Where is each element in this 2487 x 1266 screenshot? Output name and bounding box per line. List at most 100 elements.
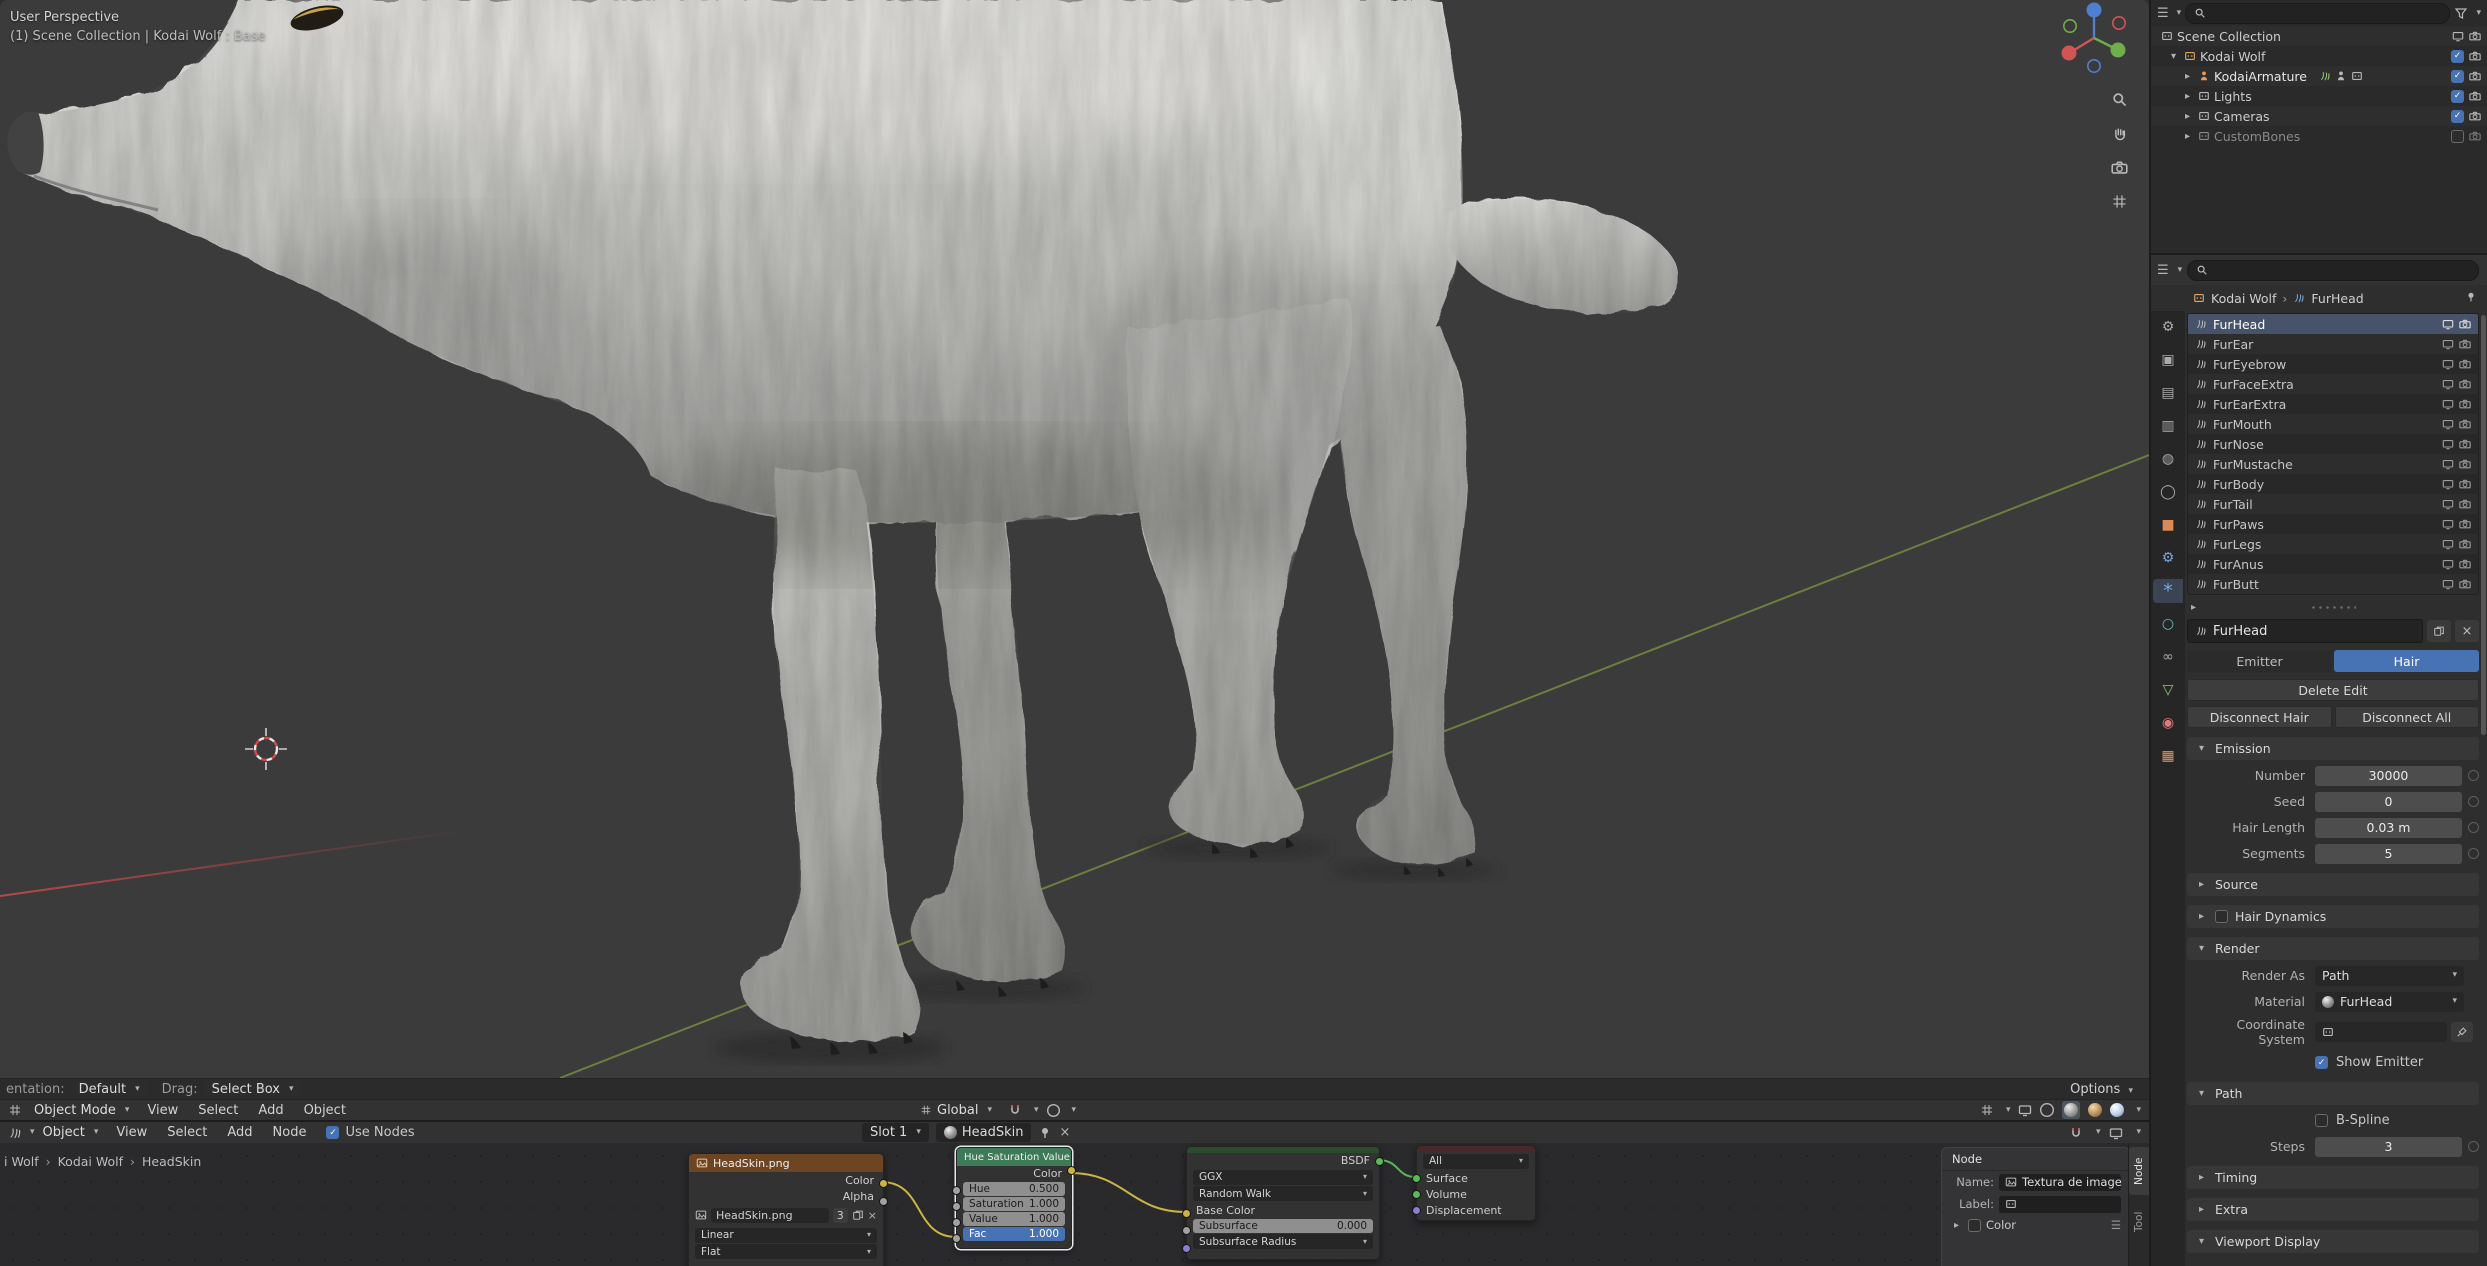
menu-node[interactable]: Node bbox=[263, 1125, 317, 1140]
list-filter-expander[interactable]: ▸ bbox=[2187, 602, 2200, 613]
tab-world[interactable]: ◯ bbox=[2153, 480, 2183, 504]
outliner-row-custombones[interactable]: ▸ CustomBones bbox=[2151, 126, 2487, 146]
hsv-node[interactable]: Hue Saturation Value Color Hue 0.500 Satu… bbox=[952, 1147, 1076, 1249]
render-camera-icon[interactable] bbox=[2469, 110, 2481, 122]
3d-viewport[interactable]: User Perspective (1) Scene Collection | … bbox=[0, 0, 2149, 1078]
list-item[interactable]: FurMustache bbox=[2188, 454, 2478, 474]
tab-modifiers[interactable]: ⚙ bbox=[2153, 546, 2183, 570]
list-resize-grip[interactable]: ▸ bbox=[2187, 595, 2479, 619]
shading-wireframe-icon[interactable] bbox=[2040, 1103, 2054, 1117]
monitor-icon[interactable] bbox=[2442, 378, 2454, 390]
disconnect-hair-button[interactable]: Disconnect Hair bbox=[2187, 706, 2332, 728]
shader-type-dropdown[interactable]: Object ▾ bbox=[35, 1123, 107, 1142]
hair-dynamics-checkbox[interactable] bbox=[2215, 910, 2228, 923]
tab-object-data[interactable]: ▽ bbox=[2153, 678, 2183, 702]
outliner-row-kodai-wolf[interactable]: ▾ Kodai Wolf ✓ bbox=[2151, 46, 2487, 66]
list-item[interactable]: FurButt bbox=[2188, 574, 2478, 594]
render-camera-icon[interactable] bbox=[2459, 358, 2471, 370]
render-camera-icon[interactable] bbox=[2469, 90, 2481, 102]
node-label-field[interactable] bbox=[1999, 1195, 2121, 1213]
saturation-slider[interactable]: Saturation 1.000 bbox=[963, 1197, 1065, 1211]
eyedropper-button[interactable] bbox=[2451, 1022, 2473, 1042]
section-hair-dynamics[interactable]: ▸ Hair Dynamics bbox=[2187, 905, 2479, 928]
tab-node[interactable]: Node bbox=[2129, 1147, 2149, 1195]
show-emitter-checkbox[interactable]: ✓ bbox=[2315, 1056, 2328, 1069]
editor-type-icon[interactable] bbox=[8, 1103, 22, 1117]
expander-icon[interactable]: ▾ bbox=[2167, 51, 2180, 62]
chevron-down-icon[interactable]: ▾ bbox=[2178, 265, 2183, 275]
colorspace-dropdown[interactable]: Linear ▾ bbox=[695, 1227, 877, 1243]
render-camera-icon[interactable] bbox=[2459, 338, 2471, 350]
decorator-dot[interactable] bbox=[2468, 770, 2479, 781]
render-camera-icon[interactable] bbox=[2459, 558, 2471, 570]
snap-icon[interactable] bbox=[2069, 1126, 2083, 1140]
collection-checkbox[interactable]: ✓ bbox=[2451, 89, 2464, 103]
color-output-socket[interactable] bbox=[1067, 1166, 1076, 1175]
monitor-icon[interactable] bbox=[2442, 358, 2454, 370]
displacement-input-socket[interactable] bbox=[1412, 1206, 1421, 1215]
outliner-display-mode-icon[interactable]: ☰ bbox=[2157, 6, 2169, 21]
bspline-checkbox[interactable] bbox=[2315, 1114, 2328, 1127]
output-target-dropdown[interactable]: All ▾ bbox=[1423, 1153, 1529, 1169]
tab-output[interactable]: ▤ bbox=[2153, 381, 2183, 405]
render-camera-icon[interactable] bbox=[2459, 478, 2471, 490]
color-output-socket[interactable] bbox=[879, 1179, 888, 1188]
menu-select[interactable]: Select bbox=[157, 1125, 217, 1140]
node-name-field[interactable]: Textura de imagem bbox=[1999, 1173, 2121, 1191]
node-panel-header[interactable]: Node bbox=[1942, 1148, 2129, 1171]
steps-field[interactable]: 3 bbox=[2315, 1136, 2462, 1157]
chevron-down-icon[interactable]: ▾ bbox=[1034, 1105, 1039, 1115]
surface-input-socket[interactable] bbox=[1412, 1174, 1421, 1183]
properties-search-input[interactable] bbox=[2187, 259, 2479, 281]
list-item[interactable]: FurPaws bbox=[2188, 514, 2478, 534]
viewport-scene[interactable] bbox=[0, 0, 2149, 1078]
chevron-down-icon[interactable]: ▾ bbox=[2096, 1128, 2101, 1137]
monitor-icon[interactable] bbox=[2442, 478, 2454, 490]
expander-icon[interactable]: ▸ bbox=[2181, 71, 2194, 82]
use-nodes-checkbox[interactable]: ✓ bbox=[326, 1126, 340, 1139]
render-as-dropdown[interactable]: Path ▾ bbox=[2315, 965, 2464, 986]
outliner-row-lights[interactable]: ▸ Lights ✓ bbox=[2151, 86, 2487, 106]
delete-edit-button[interactable]: Delete Edit bbox=[2187, 679, 2479, 701]
section-path[interactable]: ▾ Path bbox=[2187, 1082, 2479, 1105]
copy-icon[interactable] bbox=[852, 1209, 864, 1221]
material-selector[interactable]: HeadSkin bbox=[935, 1123, 1032, 1142]
camera-view-icon[interactable] bbox=[2108, 156, 2130, 178]
value-slider[interactable]: Value 1.000 bbox=[963, 1212, 1065, 1226]
chevron-down-icon[interactable]: ▾ bbox=[2476, 8, 2481, 18]
hair-length-field[interactable]: 0.03 m bbox=[2315, 817, 2462, 838]
extension-dropdown[interactable]: Flat ▾ bbox=[695, 1244, 877, 1259]
render-camera-icon[interactable] bbox=[2469, 130, 2481, 142]
ortho-toggle-icon[interactable] bbox=[2108, 190, 2130, 212]
monitor-icon[interactable] bbox=[2442, 518, 2454, 530]
monitor-icon[interactable] bbox=[2442, 398, 2454, 410]
section-timing[interactable]: ▸ Timing bbox=[2187, 1166, 2479, 1189]
material-output-node[interactable]: All ▾ Surface Volume Displacement bbox=[1412, 1145, 1536, 1221]
menu-view[interactable]: View bbox=[137, 1103, 188, 1118]
tab-tool[interactable]: ⚙ bbox=[2153, 315, 2183, 339]
number-field[interactable]: 30000 bbox=[2315, 765, 2462, 786]
distribution-dropdown[interactable]: GGX ▾ bbox=[1193, 1169, 1373, 1185]
subsurface-method-dropdown[interactable]: Random Walk ▾ bbox=[1193, 1186, 1373, 1201]
shading-rendered-icon[interactable] bbox=[2110, 1103, 2125, 1117]
tab-tool[interactable]: Tool bbox=[2129, 1201, 2149, 1243]
subsurface-radius-dropdown[interactable]: Subsurface Radius ▾ bbox=[1193, 1234, 1373, 1249]
object-checkbox[interactable]: ✓ bbox=[2451, 69, 2464, 83]
section-render[interactable]: ▾ Render bbox=[2187, 937, 2479, 960]
overlay-toggle-icon[interactable] bbox=[2109, 1126, 2123, 1140]
section-extra[interactable]: ▸ Extra bbox=[2187, 1198, 2479, 1221]
gizmo-y-axis[interactable] bbox=[2110, 42, 2126, 58]
fac-input-socket[interactable] bbox=[952, 1234, 961, 1243]
list-item[interactable]: FurMouth bbox=[2188, 414, 2478, 434]
chevron-down-icon[interactable]: ▾ bbox=[30, 1128, 35, 1137]
bsdf-output-socket[interactable] bbox=[1375, 1157, 1384, 1166]
render-camera-icon[interactable] bbox=[2469, 30, 2481, 42]
render-camera-icon[interactable] bbox=[2459, 318, 2471, 330]
list-item[interactable]: FurFaceExtra bbox=[2188, 374, 2478, 394]
tab-object[interactable]: ■ bbox=[2153, 513, 2183, 537]
gizmo-z-axis[interactable] bbox=[2086, 2, 2102, 18]
gizmo-x-neg[interactable] bbox=[2111, 15, 2126, 30]
particle-name-field[interactable]: FurHead bbox=[2187, 619, 2423, 643]
render-camera-icon[interactable] bbox=[2459, 418, 2471, 430]
unlink-icon[interactable]: × bbox=[1059, 1125, 1070, 1140]
